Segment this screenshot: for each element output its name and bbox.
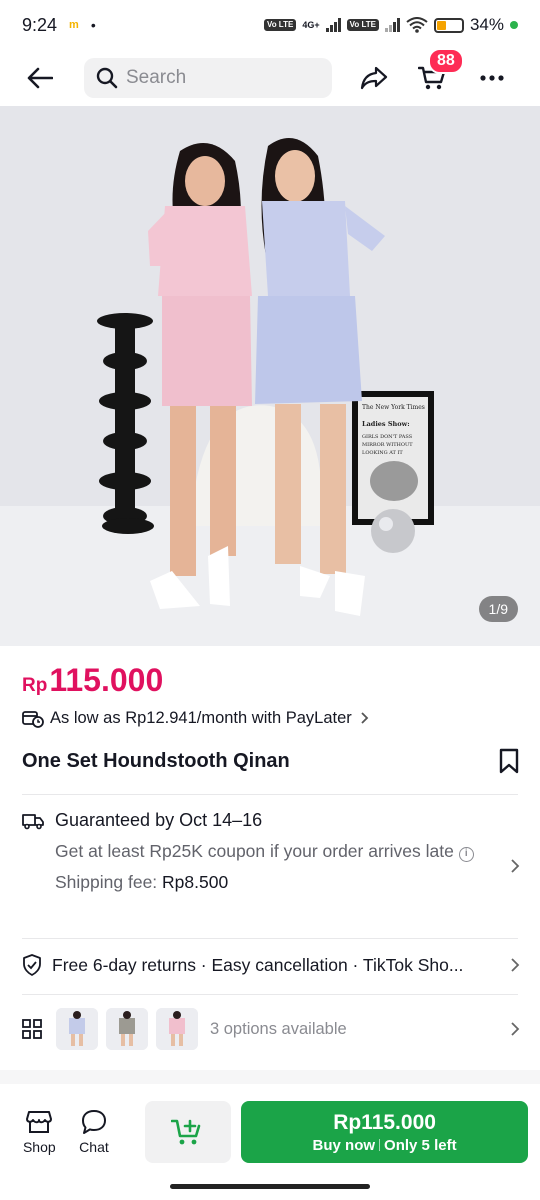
shipping-fee-label: Shipping fee: [55,872,158,892]
product-photo: The New York Times Ladies Show: GIRLS DO… [0,106,540,646]
chevron-right-icon [511,859,520,873]
delivery-guarantee: Guaranteed by Oct 14–16 [55,810,263,830]
battery-icon [433,17,464,33]
add-to-cart-button[interactable] [145,1101,232,1163]
cart-button[interactable]: 88 [412,48,464,98]
option-thumbnail-pink[interactable] [156,1008,198,1050]
stock-text: Only 5 left [384,1136,457,1154]
notification-dot: • [90,17,96,33]
back-arrow-icon [27,67,53,89]
product-image-gallery[interactable]: The New York Times Ladies Show: GIRLS DO… [0,106,540,646]
returns-text: Free 6-day returns · Easy cancellation ·… [52,954,464,975]
buy-now-label: Buy now [312,1136,376,1154]
options-row[interactable]: 3 options available [22,1008,520,1050]
option-thumbnail-grey[interactable] [106,1008,148,1050]
add-to-cart-icon [171,1119,201,1145]
divider [22,994,518,995]
shipping-fee: Shipping fee: Rp8.500 [55,870,485,895]
section-gap [0,1070,540,1084]
signal-icon [325,18,341,32]
buy-now-subtitle: Buy now Only 5 left [313,1137,457,1154]
shipping-section[interactable]: Guaranteed by Oct 14–16 Get at least Rp2… [22,810,520,895]
options-count-text: 3 options available [210,1019,347,1038]
buy-now-button[interactable]: Rp115.000 Buy now Only 5 left [241,1101,528,1163]
svg-text:Ladies Show:: Ladies Show: [362,420,410,428]
status-time: 9:24 [22,14,58,35]
option-thumbnail-blue[interactable] [56,1008,98,1050]
svg-text:The New York Times: The New York Times [362,404,425,411]
delivery-truck-icon [22,813,44,829]
info-icon[interactable]: i [458,847,474,862]
shield-check-icon [23,954,41,976]
search-input[interactable]: Search [84,58,332,98]
divider [22,794,518,795]
share-icon [360,66,388,90]
grid-icon [22,1019,42,1039]
volte-icon-2: Vo LTE [346,19,379,31]
chat-button[interactable]: Chat [67,1109,122,1155]
shop-button[interactable]: Shop [12,1109,67,1155]
cart-count-badge: 88 [428,48,464,74]
volte-icon: Vo LTE [263,19,297,31]
share-button[interactable] [354,58,394,98]
paylater-text: As low as Rp12.941/month with PayLater [50,708,352,727]
paylater-row[interactable]: As low as Rp12.941/month with PayLater [22,708,370,728]
chevron-right-icon [511,958,520,972]
more-options-button[interactable] [472,58,512,98]
chevron-right-icon [361,712,369,724]
chevron-right-icon [511,1022,520,1036]
privacy-indicator-icon [510,21,518,29]
top-nav: Search 88 [0,48,540,106]
svg-text:GIRLS DON'T PASS: GIRLS DON'T PASS [362,434,413,440]
image-counter: 1/9 [478,596,518,622]
status-icons: Vo LTE 4G+ Vo LTE 34% [263,15,518,35]
signal-icon-2 [384,18,400,32]
returns-row[interactable]: Free 6-day returns · Easy cancellation ·… [22,954,520,976]
network-type: 4G+ [302,19,320,30]
svg-text:LOOKING AT IT: LOOKING AT IT [362,450,403,456]
paylater-icon [22,711,44,728]
product-title: One Set Houndstooth Qinan [22,749,290,772]
poster-frame: The New York Times Ladies Show: GIRLS DO… [352,391,434,525]
search-placeholder: Search [126,67,187,88]
shop-icon [26,1111,53,1133]
back-button[interactable] [20,58,60,98]
shop-label: Shop [22,1139,56,1155]
product-title-row: One Set Houndstooth Qinan [22,748,520,774]
search-icon [96,67,118,89]
bookmark-icon[interactable] [498,748,520,774]
late-coupon-text: Get at least Rp25K coupon if your order … [55,839,485,864]
shipping-fee-value: Rp8.500 [162,872,229,892]
price-value: 115.000 [49,662,164,698]
svg-text:MIRROR WITHOUT: MIRROR WITHOUT [362,442,413,448]
buy-now-price: Rp115.000 [333,1110,436,1134]
notification-app-icon: m [69,19,79,31]
status-bar: 9:24 m • Vo LTE 4G+ Vo LTE 34% [0,0,540,50]
bottom-action-bar: Shop Chat Rp115.000 Buy now Only 5 left [0,1092,540,1172]
price-currency: Rp [22,675,48,696]
battery-level: 34% [469,15,504,34]
chat-bubble-icon [81,1110,106,1134]
wifi-icon [406,17,428,33]
price: Rp 115.000 [22,662,163,699]
divider [22,938,518,939]
chat-label: Chat [79,1139,109,1155]
late-coupon-label: Get at least Rp25K coupon if your order … [55,841,454,861]
more-dots-icon [480,75,504,81]
home-indicator[interactable] [170,1184,370,1189]
